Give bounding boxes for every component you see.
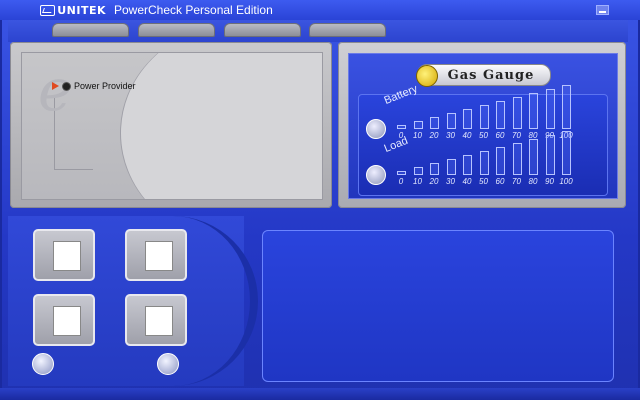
battery-icon[interactable] (366, 119, 386, 139)
load-bar-40 (463, 155, 472, 175)
decorative-arc (120, 53, 322, 199)
control-button-2-face (145, 241, 173, 271)
battery-bar-10 (413, 121, 423, 129)
load-bar-20 (430, 163, 439, 175)
load-bar-100 (562, 131, 571, 175)
load-tick-80: 80 (528, 177, 538, 186)
gas-gauge-inner: Gas Gauge Battery 0 10 20 30 40 50 60 70 80 90 100… (348, 53, 618, 199)
bottom-edge (0, 388, 640, 400)
battery-bar-80 (529, 93, 538, 129)
load-bar-90 (545, 135, 555, 175)
power-provider-display: e Power Provider (21, 52, 323, 200)
power-provider-panel: e Power Provider (10, 42, 332, 208)
control-button-1-face (53, 241, 81, 271)
gauge-meters: Battery 0 10 20 30 40 50 60 70 80 90 100 Load 0 10 2… (358, 83, 608, 196)
control-button-4[interactable] (125, 294, 187, 346)
minimize-button[interactable] (596, 5, 609, 15)
control-button-4-face (145, 306, 173, 336)
load-tick-100: 100 (559, 177, 573, 186)
logo-text: UNITEK (57, 3, 106, 17)
unitek-logo: UNITEK (40, 3, 106, 17)
tab-4[interactable] (309, 23, 386, 37)
battery-label: Battery (382, 82, 420, 107)
battery-tick-30: 30 (446, 131, 455, 140)
tab-1[interactable] (52, 23, 129, 37)
power-arrow-icon (52, 82, 59, 90)
tab-strip (8, 20, 628, 42)
load-bar-70 (512, 143, 522, 175)
load-tick-90: 90 (545, 177, 554, 186)
battery-tick-20: 20 (429, 131, 439, 140)
control-button-3-face (53, 306, 81, 336)
load-bar-80 (529, 139, 538, 175)
gauge-title-icon (416, 65, 438, 87)
load-icon[interactable] (366, 165, 386, 185)
load-bar-0 (397, 171, 406, 175)
load-label: Load (382, 134, 410, 155)
control-button-2[interactable] (125, 229, 187, 281)
control-button-1[interactable] (33, 229, 95, 281)
title-bar: UNITEK PowerCheck Personal Edition (0, 0, 640, 20)
gas-gauge-title-text: Gas Gauge (447, 67, 535, 83)
status-display-panel (262, 230, 614, 382)
battery-tick-50: 50 (479, 131, 488, 140)
computer-icon[interactable] (32, 353, 54, 375)
load-bar-30 (446, 159, 456, 175)
load-tick-0: 0 (398, 177, 404, 186)
battery-bar-40 (463, 109, 472, 129)
battery-tick-60: 60 (495, 131, 505, 140)
load-tick-50: 50 (479, 177, 488, 186)
battery-bar-70 (512, 97, 522, 129)
battery-bar-100 (562, 85, 571, 129)
load-tick-30: 30 (446, 177, 455, 186)
load-bar-50 (479, 151, 489, 175)
load-bar-60 (496, 147, 505, 175)
battery-tick-40: 40 (462, 131, 472, 140)
window-title: PowerCheck Personal Edition (114, 3, 273, 17)
battery-bar-60 (496, 101, 505, 129)
load-tick-70: 70 (512, 177, 521, 186)
tab-3[interactable] (224, 23, 301, 37)
power-provider-row: Power Provider (52, 81, 136, 91)
battery-tick-70: 70 (512, 131, 521, 140)
battery-bar-90 (545, 89, 555, 129)
cube-icon[interactable] (157, 353, 179, 375)
battery-bar-30 (446, 113, 456, 129)
control-button-3[interactable] (33, 294, 95, 346)
gas-gauge-panel: Gas Gauge Battery 0 10 20 30 40 50 60 70 80 90 100… (338, 42, 626, 208)
load-tick-10: 10 (413, 177, 422, 186)
power-provider-label: Power Provider (74, 81, 136, 91)
battery-tick-10: 10 (413, 131, 422, 140)
load-bar-10 (413, 167, 423, 175)
power-plug-icon (62, 81, 71, 91)
load-tick-20: 20 (429, 177, 439, 186)
tab-2[interactable] (138, 23, 215, 37)
gas-gauge-title: Gas Gauge (416, 64, 551, 87)
load-tick-60: 60 (495, 177, 505, 186)
battery-bar-20 (430, 117, 439, 129)
battery-bar-0 (397, 125, 406, 129)
load-tick-40: 40 (462, 177, 472, 186)
battery-bar-50 (479, 105, 489, 129)
unitek-logo-mark-icon (40, 4, 56, 16)
